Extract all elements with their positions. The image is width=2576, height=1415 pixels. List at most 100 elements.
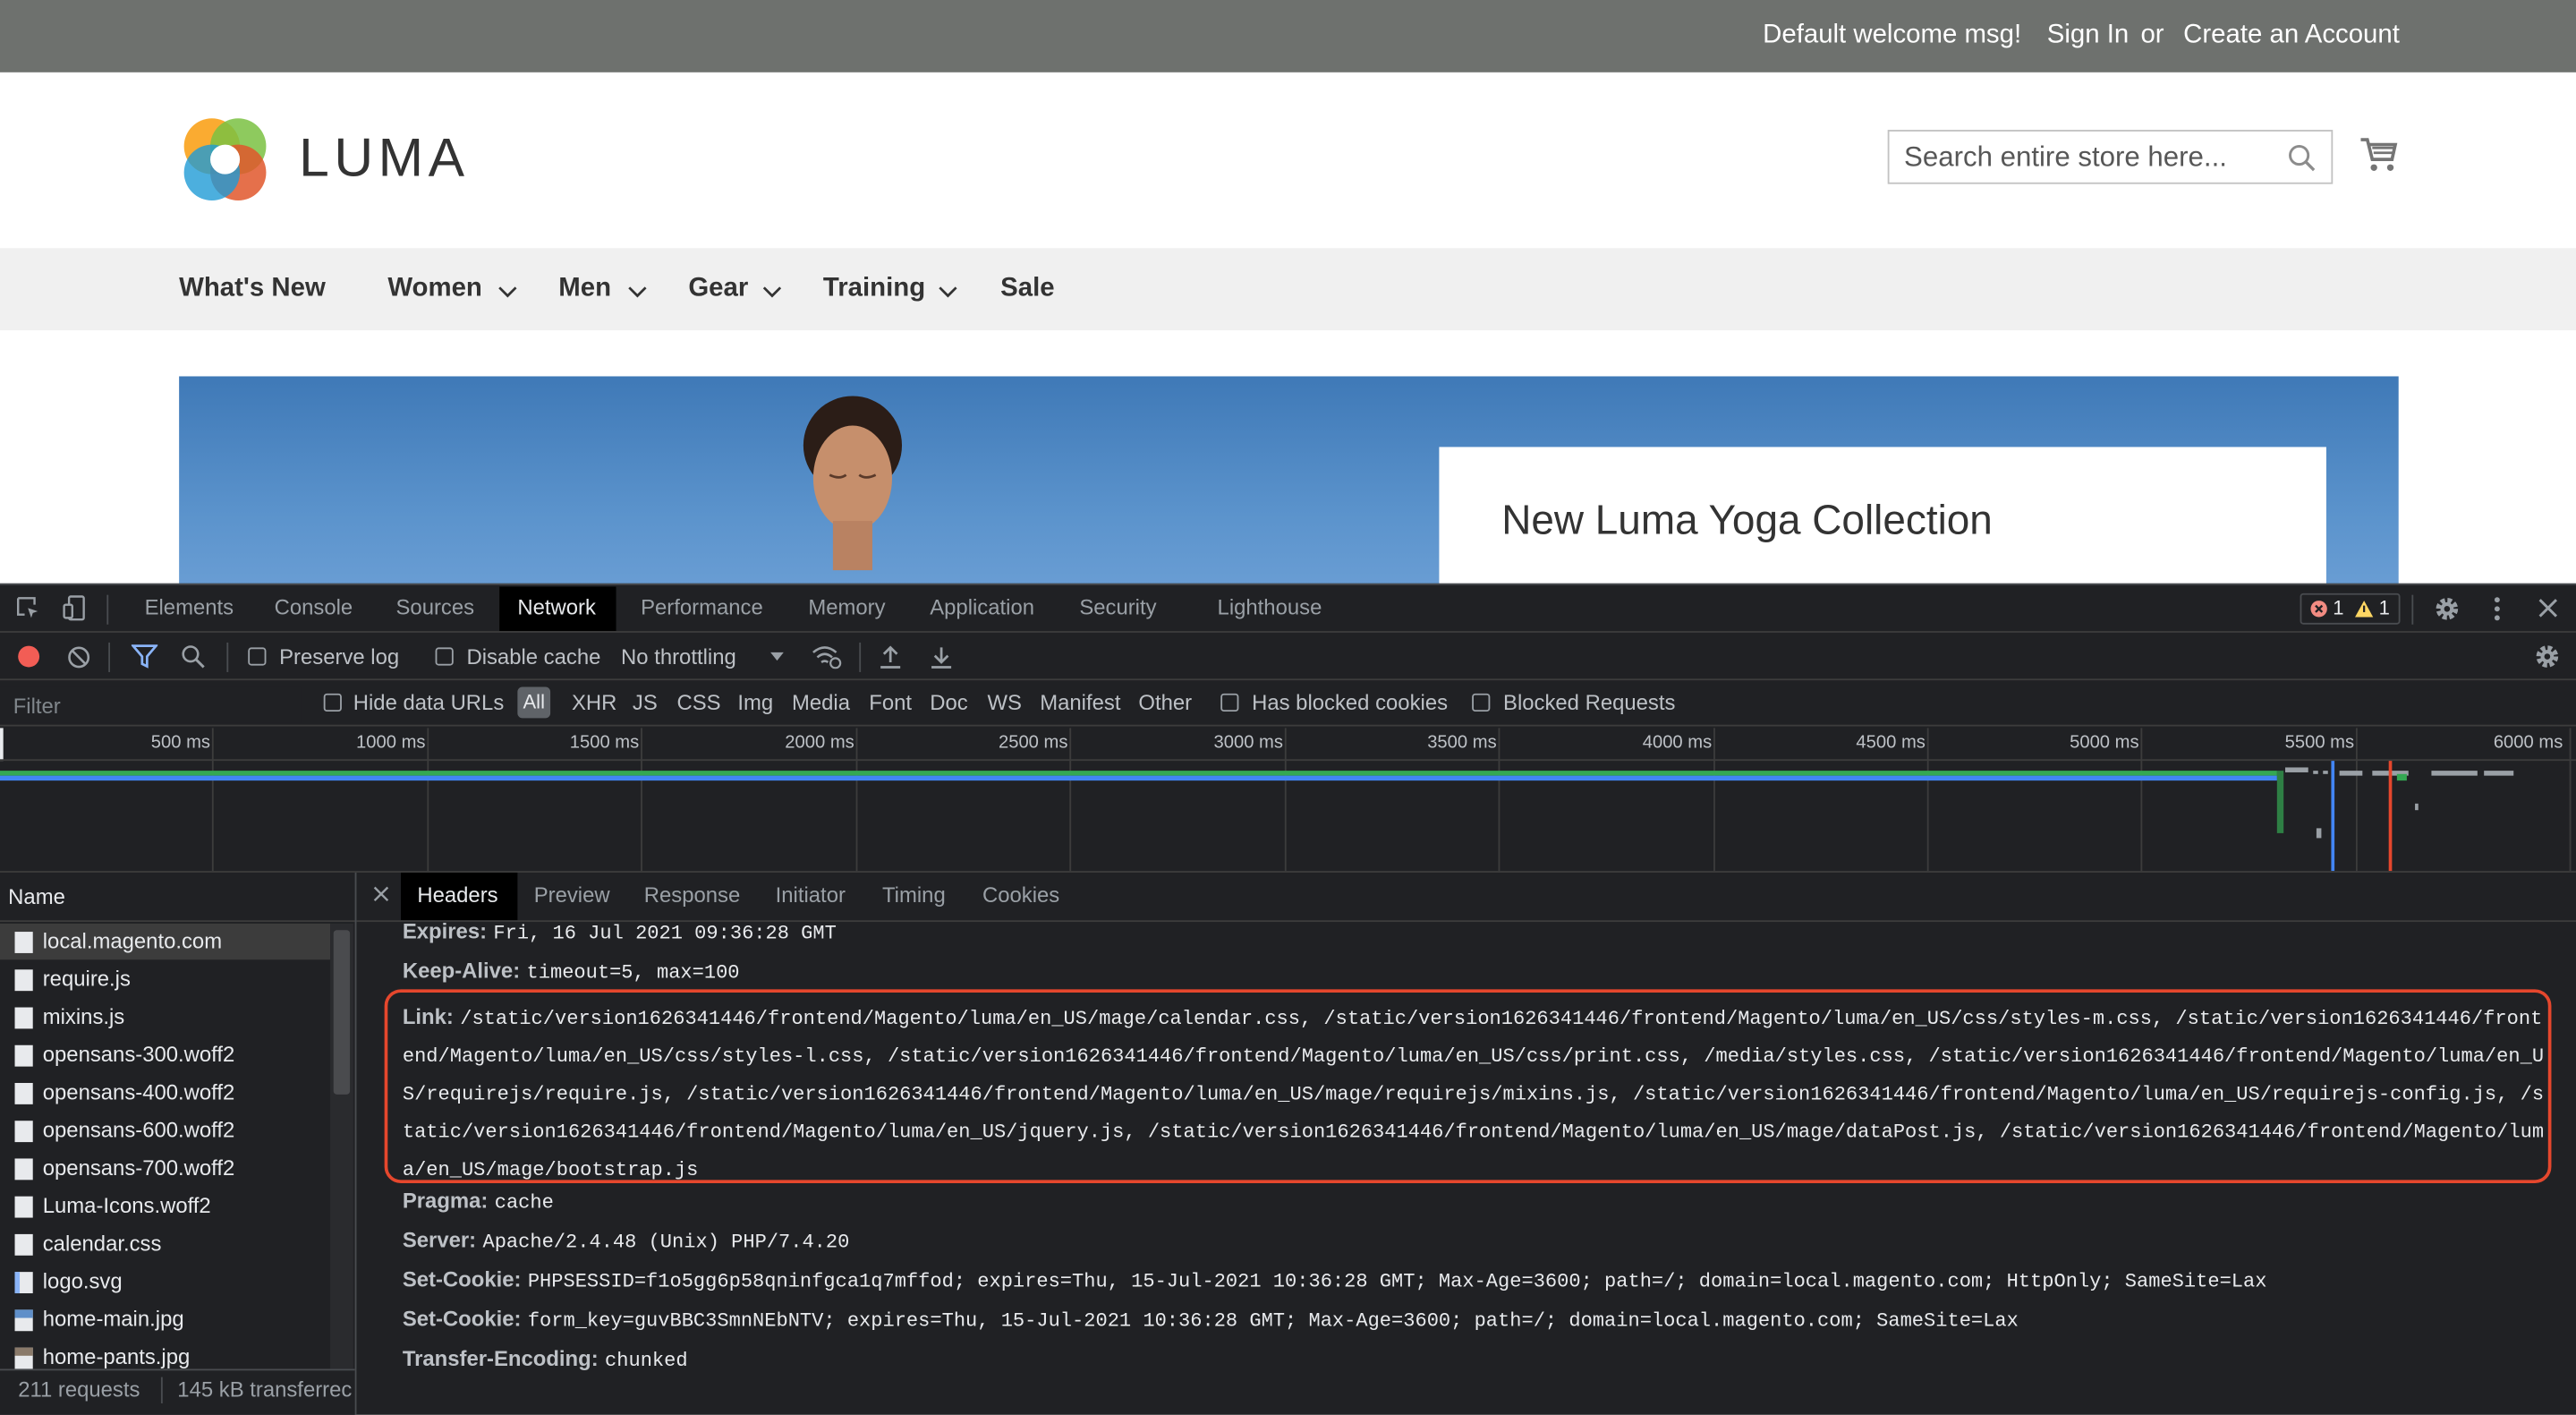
request-row[interactable]: calendar.css (43, 1231, 162, 1256)
close-detail-icon[interactable] (373, 886, 389, 902)
image-file-icon (14, 1309, 33, 1332)
detail-tab-response[interactable]: Response (644, 882, 740, 908)
tab-memory[interactable]: Memory (808, 595, 885, 620)
transferred-size: 145 kB transferrec (177, 1377, 353, 1402)
nav-whats-new[interactable]: What's New (179, 275, 326, 304)
inspect-element-icon[interactable] (15, 595, 41, 621)
throttling-select[interactable]: No throttling (621, 644, 736, 669)
network-settings-icon[interactable] (2533, 643, 2561, 670)
settings-gear-icon[interactable] (2433, 595, 2461, 623)
sign-in-link[interactable]: Sign In (2047, 21, 2129, 51)
tab-performance[interactable]: Performance (641, 595, 763, 620)
tab-security[interactable]: Security (1079, 595, 1156, 620)
disable-cache-label: Disable cache (466, 644, 601, 669)
device-toolbar-icon[interactable] (63, 595, 89, 621)
request-row[interactable]: opensans-700.woff2 (43, 1155, 235, 1181)
request-count: 211 requests (18, 1377, 140, 1402)
filter-type-media[interactable]: Media (792, 690, 850, 715)
filter-type-xhr[interactable]: XHR (572, 690, 616, 715)
filter-type-img[interactable]: Img (737, 690, 773, 715)
export-har-icon[interactable] (930, 644, 953, 669)
blocked-requests-label: Blocked Requests (1503, 690, 1676, 715)
cart-icon[interactable] (2359, 135, 2399, 175)
divider (0, 631, 2576, 633)
search-icon[interactable] (2287, 143, 2317, 173)
filter-type-ws[interactable]: WS (987, 690, 1021, 715)
nav-gear[interactable]: Gear (688, 275, 748, 304)
filter-type-css[interactable]: CSS (676, 690, 720, 715)
error-count: 1 (2333, 596, 2344, 620)
blocked-requests-checkbox[interactable] (1472, 693, 1491, 712)
record-button[interactable] (18, 645, 40, 668)
clear-icon[interactable] (67, 646, 90, 669)
disable-cache-checkbox[interactable] (435, 647, 454, 666)
hide-data-urls-checkbox[interactable] (323, 693, 342, 712)
request-row[interactable]: local.magento.com (43, 928, 222, 953)
chevron-down-icon (498, 286, 517, 298)
request-row[interactable]: home-main.jpg (43, 1307, 184, 1332)
detail-tab-initiator[interactable]: Initiator (776, 882, 846, 908)
filter-type-all[interactable]: All (517, 686, 551, 719)
detail-tab-preview[interactable]: Preview (534, 882, 610, 908)
header-name: Server: (402, 1227, 477, 1253)
filter-type-doc[interactable]: Doc (930, 690, 967, 715)
filter-type-js[interactable]: JS (633, 690, 658, 715)
detail-tab-timing[interactable]: Timing (882, 882, 946, 908)
nav-training[interactable]: Training (823, 275, 925, 304)
divider (0, 759, 2576, 762)
nav-men[interactable]: Men (558, 275, 611, 304)
chevron-down-icon (628, 286, 647, 298)
close-devtools-icon[interactable] (2537, 597, 2560, 620)
script-file-icon (14, 1007, 33, 1029)
request-row[interactable]: mixins.js (43, 1004, 125, 1029)
filter-type-font[interactable]: Font (869, 690, 912, 715)
tab-sources[interactable]: Sources (396, 595, 475, 620)
panel-splitter[interactable] (354, 872, 357, 1415)
create-account-link[interactable]: Create an Account (2183, 21, 2400, 51)
nav-sale[interactable]: Sale (1000, 275, 1054, 304)
nav-women[interactable]: Women (387, 275, 482, 304)
request-row[interactable]: logo.svg (43, 1268, 123, 1293)
request-row[interactable]: require.js (43, 967, 131, 992)
request-row[interactable]: Luma-Icons.woff2 (43, 1193, 211, 1218)
luma-logo-icon[interactable] (179, 114, 271, 206)
filter-type-manifest[interactable]: Manifest (1040, 690, 1120, 715)
preserve-log-checkbox[interactable] (248, 647, 267, 666)
tab-application[interactable]: Application (930, 595, 1034, 620)
tab-network[interactable]: Network (517, 595, 596, 620)
timeline-request-cluster (2276, 767, 2514, 839)
header-value: Fri, 16 Jul 2021 09:36:28 GMT (493, 922, 837, 945)
gridline (1713, 728, 1715, 872)
request-row[interactable]: home-pants.jpg (43, 1344, 191, 1369)
font-file-icon (14, 1158, 33, 1181)
detail-tab-cookies[interactable]: Cookies (982, 882, 1059, 908)
search-input[interactable] (1904, 141, 2283, 175)
import-har-icon[interactable] (879, 644, 902, 669)
logo-text[interactable]: LUMA (299, 126, 469, 189)
filter-type-other[interactable]: Other (1138, 690, 1192, 715)
gridline (1926, 728, 1929, 872)
header-value: PHPSESSID=f1o5gg6p58qninfgca1q7mffod; ex… (527, 1270, 2267, 1294)
network-conditions-icon[interactable] (810, 644, 843, 669)
warning-count: 1 (2378, 596, 2390, 620)
detail-tab-headers[interactable]: Headers (417, 882, 497, 908)
request-row[interactable]: opensans-400.woff2 (43, 1079, 235, 1104)
search-icon[interactable] (181, 644, 206, 669)
error-icon (2310, 601, 2327, 618)
name-column-header[interactable]: Name (8, 884, 65, 909)
gridline (1069, 728, 1072, 872)
request-row[interactable]: opensans-600.woff2 (43, 1118, 235, 1143)
filter-input[interactable] (0, 686, 302, 723)
has-blocked-cookies-checkbox[interactable] (1220, 693, 1239, 712)
tab-elements[interactable]: Elements (145, 595, 234, 620)
tab-lighthouse[interactable]: Lighthouse (1218, 595, 1322, 620)
dropdown-arrow-icon[interactable] (769, 651, 785, 662)
tab-console[interactable]: Console (275, 595, 353, 620)
header-value: /static/version1626341446/frontend/Magen… (402, 1007, 2545, 1182)
scrollbar-thumb[interactable] (333, 930, 351, 1095)
header-name: Pragma: (402, 1188, 489, 1214)
more-options-icon[interactable] (2489, 595, 2505, 623)
chevron-down-icon (762, 286, 782, 298)
request-row[interactable]: opensans-300.woff2 (43, 1042, 235, 1067)
filter-icon[interactable] (131, 644, 158, 669)
